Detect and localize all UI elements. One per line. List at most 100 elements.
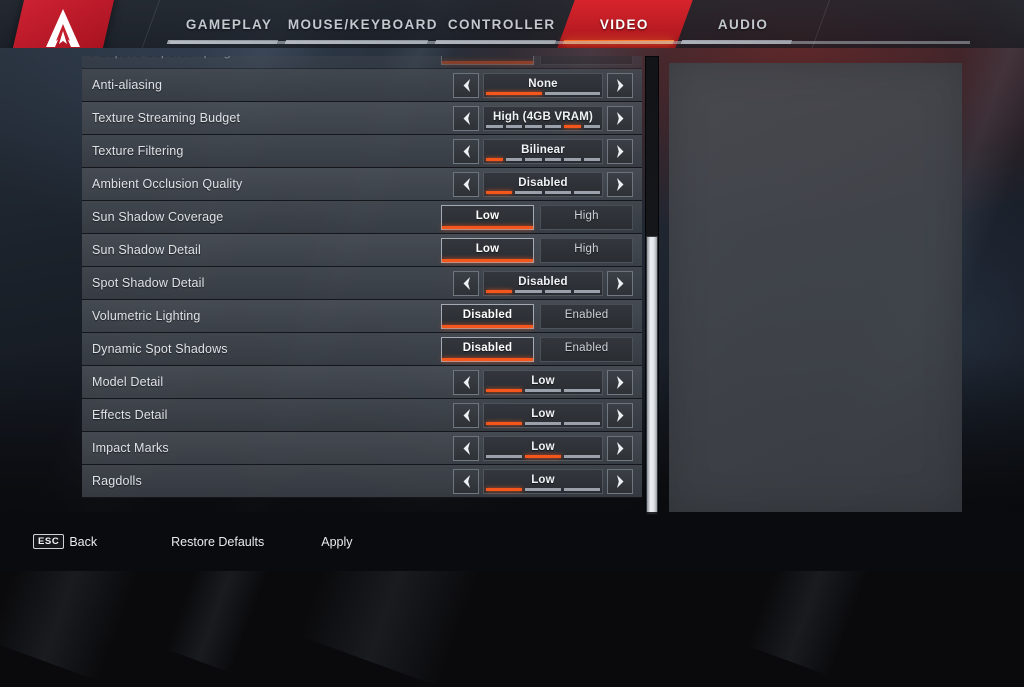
option-label: Disabled	[463, 56, 513, 57]
level-segment	[564, 157, 581, 161]
setting-row-sun-shadow-detail[interactable]: Sun Shadow Detail Low High	[82, 234, 642, 267]
level-indicator	[486, 190, 600, 194]
level-segment	[486, 157, 503, 161]
option-button-enabled[interactable]: Enabled	[540, 336, 633, 362]
setting-value-box[interactable]: High (4GB VRAM)	[483, 105, 603, 131]
chevron-right-icon[interactable]	[607, 402, 633, 428]
chevron-left-icon[interactable]	[453, 105, 479, 131]
chevron-left-icon[interactable]	[453, 138, 479, 164]
option-button-disabled[interactable]: Disabled	[441, 303, 534, 329]
setting-value-box[interactable]: Low	[483, 435, 603, 461]
scrollbar-thumb[interactable]	[646, 236, 658, 515]
esc-key-icon: ESC	[33, 534, 65, 549]
chevron-left-icon[interactable]	[453, 171, 479, 197]
option-button-low[interactable]: Low	[441, 237, 534, 263]
setting-row-adaptive-supersampling[interactable]: Adaptive Supersampling Disabled Enabled	[82, 56, 642, 69]
option-button-enabled[interactable]: Enabled	[540, 303, 633, 329]
level-indicator	[486, 454, 600, 458]
setting-row-spot-shadow-detail[interactable]: Spot Shadow Detail Disabled	[82, 267, 642, 300]
top-navigation-bar: GAMEPLAY MOUSE/KEYBOARD CONTROLLER VIDEO AUD…	[0, 0, 1024, 48]
level-segment	[573, 190, 600, 194]
setting-row-anti-aliasing[interactable]: Anti-aliasing None	[82, 69, 642, 102]
option-button-disabled[interactable]: Disabled	[441, 336, 534, 362]
setting-row-dynamic-spot-shadows[interactable]: Dynamic Spot Shadows Disabled Enabled	[82, 333, 642, 366]
tab-label: GAMEPLAY	[185, 16, 273, 32]
chevron-left-icon[interactable]	[453, 435, 479, 461]
chevron-left-icon[interactable]	[453, 72, 479, 98]
option-label: Enabled	[564, 342, 609, 354]
chevron-left-icon[interactable]	[453, 270, 479, 296]
setting-value-box[interactable]: Low	[483, 402, 603, 428]
back-button[interactable]: ESC Back	[33, 534, 97, 549]
option-selected-underline	[442, 60, 533, 64]
chevron-left-icon[interactable]	[453, 369, 479, 395]
tab-label: VIDEO	[600, 16, 650, 32]
tab-label: AUDIO	[717, 16, 769, 32]
chevron-right-icon[interactable]	[607, 270, 633, 296]
restore-defaults-button[interactable]: Restore Defaults	[171, 535, 264, 549]
level-segment	[486, 124, 503, 128]
option-button-low[interactable]: Low	[441, 204, 534, 230]
setting-control: Low	[453, 435, 633, 461]
chevron-left-icon[interactable]	[453, 468, 479, 494]
setting-label: Volumetric Lighting	[92, 309, 201, 323]
option-label: Disabled	[462, 342, 513, 354]
level-indicator	[486, 91, 600, 95]
setting-row-ragdolls[interactable]: Ragdolls Low	[82, 465, 642, 498]
chevron-right-icon[interactable]	[607, 105, 633, 131]
tab-label: CONTROLLER	[448, 16, 556, 32]
level-segment	[525, 157, 542, 161]
setting-value: Low	[531, 374, 555, 387]
option-selected-underline	[541, 61, 632, 64]
option-button-high[interactable]: High	[540, 204, 633, 230]
setting-value-box[interactable]: Bilinear	[483, 138, 603, 164]
setting-row-effects-detail[interactable]: Effects Detail Low	[82, 399, 642, 432]
chevron-right-icon[interactable]	[607, 171, 633, 197]
video-settings-list[interactable]: Adaptive Supersampling Disabled Enabled Ant…	[82, 56, 642, 512]
setting-value-box[interactable]: Low	[483, 369, 603, 395]
level-segment	[544, 91, 600, 95]
option-selected-underline	[541, 259, 632, 262]
setting-value: High (4GB VRAM)	[492, 110, 594, 123]
chevron-right-icon[interactable]	[607, 435, 633, 461]
setting-value-box[interactable]: None	[483, 72, 603, 98]
chevron-left-icon[interactable]	[453, 402, 479, 428]
setting-row-volumetric-lighting[interactable]: Volumetric Lighting Disabled Enabled	[82, 300, 642, 333]
option-label: High	[574, 210, 599, 222]
apply-button[interactable]: Apply	[321, 535, 352, 549]
setting-control: Disabled Enabled	[441, 303, 633, 329]
setting-label: Ambient Occlusion Quality	[92, 177, 243, 191]
setting-row-texture-streaming-budget[interactable]: Texture Streaming Budget High (4GB VRAM)	[82, 102, 642, 135]
option-button-high[interactable]: High	[540, 237, 633, 263]
chevron-right-icon[interactable]	[607, 369, 633, 395]
setting-label: Ragdolls	[92, 474, 142, 488]
setting-value-box[interactable]: Disabled	[483, 171, 603, 197]
setting-label: Model Detail	[92, 375, 164, 389]
chevron-right-icon[interactable]	[607, 72, 633, 98]
setting-value-box[interactable]: Disabled	[483, 270, 603, 296]
setting-row-texture-filtering[interactable]: Texture Filtering Bilinear	[82, 135, 642, 168]
setting-value: Disabled	[518, 176, 568, 189]
back-label: Back	[69, 534, 98, 549]
setting-control: Disabled Enabled	[441, 56, 633, 65]
option-button-enabled[interactable]: Enabled	[540, 56, 633, 65]
setting-row-model-detail[interactable]: Model Detail Low	[82, 366, 642, 399]
footer-action-bar: ESC Back Restore Defaults Apply	[0, 512, 1024, 571]
setting-value-box[interactable]: Low	[483, 468, 603, 494]
option-button-disabled[interactable]: Disabled	[441, 56, 534, 65]
level-indicator	[486, 289, 600, 293]
chevron-right-icon[interactable]	[607, 138, 633, 164]
setting-row-ambient-occlusion-quality[interactable]: Ambient Occlusion Quality Disabled	[82, 168, 642, 201]
setting-row-sun-shadow-coverage[interactable]: Sun Shadow Coverage Low High	[82, 201, 642, 234]
level-segment	[486, 421, 522, 425]
option-selected-underline	[541, 325, 632, 328]
option-selected-underline	[541, 226, 632, 229]
chevron-right-icon[interactable]	[607, 468, 633, 494]
setting-row-impact-marks[interactable]: Impact Marks Low	[82, 432, 642, 465]
setting-label: Texture Filtering	[92, 144, 184, 158]
level-segment	[525, 487, 561, 491]
level-indicator	[486, 124, 600, 128]
level-segment	[525, 454, 561, 458]
level-segment	[583, 124, 600, 128]
setting-label: Anti-aliasing	[92, 78, 163, 92]
